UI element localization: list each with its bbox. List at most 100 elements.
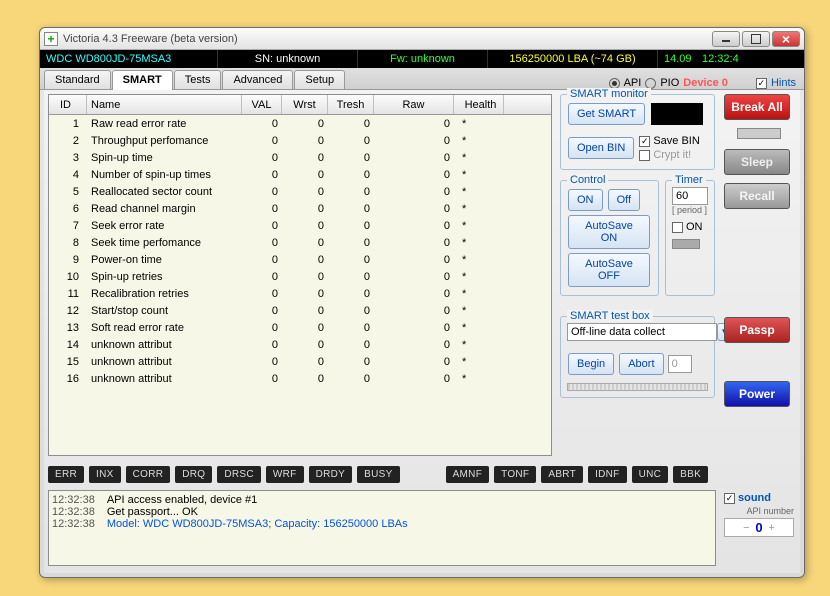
- app-window: Victoria 4.3 Freeware (beta version) WDC…: [39, 27, 805, 578]
- table-header: ID Name VAL Wrst Tresh Raw Health: [49, 95, 551, 115]
- sound-label: sound: [738, 492, 771, 504]
- col-wrst[interactable]: Wrst: [282, 95, 328, 114]
- log-line: 12:32:38Model: WDC WD800JD-75MSA3; Capac…: [52, 518, 712, 530]
- api-radio[interactable]: [609, 78, 620, 89]
- test-box-legend: SMART test box: [567, 310, 653, 322]
- tab-setup[interactable]: Setup: [294, 70, 345, 89]
- app-icon: [44, 32, 58, 46]
- table-row[interactable]: 15unknown attribut0000*: [49, 353, 551, 370]
- timer-on-checkbox[interactable]: [672, 222, 683, 233]
- status-indicator: [651, 103, 703, 125]
- status-tag: IDNF: [588, 466, 627, 483]
- status-tag: BUSY: [357, 466, 399, 483]
- hints-label: Hints: [771, 77, 796, 89]
- save-bin-checkbox[interactable]: [639, 136, 650, 147]
- save-bin-label: Save BIN: [653, 135, 699, 147]
- status-tag: UNC: [632, 466, 669, 483]
- table-row[interactable]: 8Seek time perfomance0000*: [49, 234, 551, 251]
- passp-button[interactable]: Passp: [724, 317, 790, 343]
- status-tag: INX: [89, 466, 121, 483]
- status-tag: AMNF: [446, 466, 490, 483]
- log-panel[interactable]: 12:32:38API access enabled, device #112:…: [48, 490, 716, 566]
- control-off-button[interactable]: Off: [608, 189, 640, 211]
- api-plus[interactable]: +: [767, 522, 777, 534]
- time-clock: 12:32:4: [702, 50, 745, 68]
- maximize-button[interactable]: [742, 31, 770, 47]
- tab-advanced[interactable]: Advanced: [222, 70, 293, 89]
- col-raw[interactable]: Raw: [374, 95, 454, 114]
- col-health[interactable]: Health: [454, 95, 504, 114]
- col-id[interactable]: ID: [49, 95, 87, 114]
- drive-fw: Fw: unknown: [358, 50, 488, 68]
- table-row[interactable]: 6Read channel margin0000*: [49, 200, 551, 217]
- smart-monitor-box: SMART monitor Get SMART Open BIN Save BI…: [560, 94, 715, 170]
- status-tag: BBK: [673, 466, 708, 483]
- api-number-stepper[interactable]: − 0 +: [724, 518, 794, 537]
- open-bin-button[interactable]: Open BIN: [568, 137, 634, 159]
- control-legend: Control: [567, 174, 608, 186]
- table-row[interactable]: 10Spin-up retries0000*: [49, 268, 551, 285]
- test-select[interactable]: [567, 323, 717, 341]
- get-smart-button[interactable]: Get SMART: [568, 103, 645, 125]
- pio-radio[interactable]: [645, 78, 656, 89]
- col-name[interactable]: Name: [87, 95, 242, 114]
- tab-standard[interactable]: Standard: [44, 70, 111, 89]
- close-button[interactable]: [772, 31, 800, 47]
- sound-checkbox[interactable]: [724, 493, 735, 504]
- table-row[interactable]: 3Spin-up time0000*: [49, 149, 551, 166]
- log-line: 12:32:38API access enabled, device #1: [52, 494, 712, 506]
- titlebar[interactable]: Victoria 4.3 Freeware (beta version): [40, 28, 804, 50]
- begin-button[interactable]: Begin: [568, 353, 614, 375]
- col-val[interactable]: VAL: [242, 95, 282, 114]
- timer-on-label: ON: [686, 221, 703, 233]
- progress-1: [737, 128, 781, 139]
- table-row[interactable]: 11Recalibration retries0000*: [49, 285, 551, 302]
- status-tag: WRF: [266, 466, 304, 483]
- drive-lba: 156250000 LBA (~74 GB): [488, 50, 658, 68]
- smart-table: ID Name VAL Wrst Tresh Raw Health 1Raw r…: [48, 94, 552, 456]
- time-date: 14.09: [658, 50, 702, 68]
- recall-button[interactable]: Recall: [724, 183, 790, 209]
- autosave-on-button[interactable]: AutoSave ON: [568, 215, 650, 249]
- table-row[interactable]: 5Reallocated sector count0000*: [49, 183, 551, 200]
- api-minus[interactable]: −: [741, 522, 751, 534]
- status-tags: ERRINXCORRDRQDRSCWRFDRDYBUSYAMNFTONFABRT…: [48, 466, 798, 483]
- table-row[interactable]: 2Throughput perfomance0000*: [49, 132, 551, 149]
- table-row[interactable]: 14unknown attribut0000*: [49, 336, 551, 353]
- device-label: Device 0: [683, 77, 728, 89]
- window-title: Victoria 4.3 Freeware (beta version): [63, 33, 710, 45]
- control-box: Control ON Off AutoSave ON AutoSave OFF: [560, 180, 659, 296]
- smart-monitor-legend: SMART monitor: [567, 88, 651, 100]
- break-all-button[interactable]: Break All: [724, 94, 790, 120]
- status-tag: DRSC: [217, 466, 261, 483]
- tab-tests[interactable]: Tests: [174, 70, 222, 89]
- abort-button[interactable]: Abort: [619, 353, 663, 375]
- crypt-checkbox[interactable]: [639, 150, 650, 161]
- col-tresh[interactable]: Tresh: [328, 95, 374, 114]
- table-row[interactable]: 16unknown attribut0000*: [49, 370, 551, 387]
- table-row[interactable]: 13Soft read error rate0000*: [49, 319, 551, 336]
- status-tag: DRDY: [309, 466, 353, 483]
- table-row[interactable]: 4Number of spin-up times0000*: [49, 166, 551, 183]
- timer-input[interactable]: [672, 187, 708, 205]
- table-row[interactable]: 7Seek error rate0000*: [49, 217, 551, 234]
- timer-progress: [672, 239, 700, 249]
- tab-smart[interactable]: SMART: [112, 70, 173, 90]
- table-row[interactable]: 1Raw read error rate0000*: [49, 115, 551, 132]
- api-number-value: 0: [755, 520, 762, 535]
- log-line: 12:32:38Get passport... OK: [52, 506, 712, 518]
- table-row[interactable]: 12Start/stop count0000*: [49, 302, 551, 319]
- test-num-input[interactable]: [668, 355, 692, 373]
- status-tag: ERR: [48, 466, 84, 483]
- autosave-off-button[interactable]: AutoSave OFF: [568, 253, 650, 287]
- sleep-button[interactable]: Sleep: [724, 149, 790, 175]
- crypt-label: Crypt it!: [653, 149, 691, 161]
- control-on-button[interactable]: ON: [568, 189, 603, 211]
- hints-checkbox[interactable]: [756, 78, 767, 89]
- minimize-button[interactable]: [712, 31, 740, 47]
- status-tag: ABRT: [541, 466, 583, 483]
- drive-info-bar: WDC WD800JD-75MSA3 SN: unknown Fw: unkno…: [40, 50, 804, 68]
- power-button[interactable]: Power: [724, 381, 790, 407]
- status-tag: CORR: [126, 466, 171, 483]
- table-row[interactable]: 9Power-on time0000*: [49, 251, 551, 268]
